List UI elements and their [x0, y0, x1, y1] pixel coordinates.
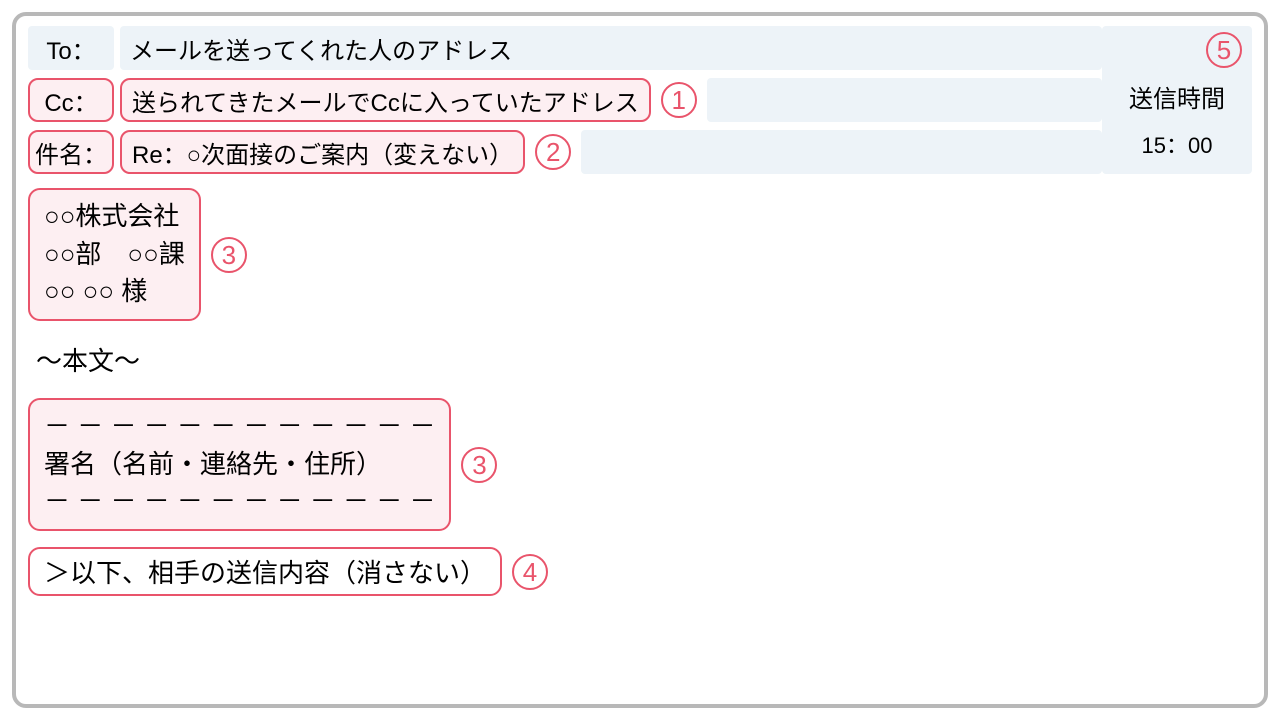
cc-row: Cc： 送られてきたメールでCcに入っていたアドレス	[28, 78, 651, 122]
badge-5: 5	[1206, 32, 1242, 68]
addressee-box: ○○株式会社 ○○部 ○○課 ○○ ○○ 様	[28, 188, 201, 321]
addressee-line2: ○○部 ○○課	[44, 236, 185, 274]
sig-text: 署名（名前・連絡先・住所）	[44, 446, 435, 484]
badge-2: 2	[535, 134, 571, 170]
quoted-box: ＞以下、相手の送信内容（消さない）	[28, 547, 502, 596]
send-time-label: 送信時間	[1129, 79, 1225, 114]
to-value: メールを送ってくれた人のアドレス	[120, 26, 1102, 70]
to-row: To： メールを送ってくれた人のアドレス	[28, 26, 1102, 70]
badge-1: 1	[661, 82, 697, 118]
subject-row-group: 件名： Re：○次面接のご案内（変えない） 2	[28, 130, 1102, 174]
signature-block: － － － － － － － － － － － － 署名（名前・連絡先・住所） － …	[28, 398, 1252, 531]
cc-spacer	[707, 78, 1102, 122]
sig-dash-bottom: － － － － － － － － － － － －	[44, 483, 435, 521]
addressee-block: ○○株式会社 ○○部 ○○課 ○○ ○○ 様 3	[28, 188, 1252, 321]
to-label: To：	[28, 26, 114, 70]
header-area: To： メールを送ってくれた人のアドレス Cc： 送られてきたメールでCcに入っ…	[28, 26, 1252, 174]
badge-4: 4	[512, 554, 548, 590]
send-time-panel: 5 送信時間 15：00	[1102, 26, 1252, 174]
cc-row-group: Cc： 送られてきたメールでCcに入っていたアドレス 1	[28, 78, 1102, 122]
subject-row: 件名： Re：○次面接のご案内（変えない）	[28, 130, 525, 174]
email-diagram-frame: To： メールを送ってくれた人のアドレス Cc： 送られてきたメールでCcに入っ…	[12, 12, 1268, 708]
fields-column: To： メールを送ってくれた人のアドレス Cc： 送られてきたメールでCcに入っ…	[28, 26, 1102, 174]
body-area: ○○株式会社 ○○部 ○○課 ○○ ○○ 様 3 ～本文～ － － － － － …	[28, 188, 1252, 596]
subject-spacer	[581, 130, 1102, 174]
cc-value: 送られてきたメールでCcに入っていたアドレス	[120, 78, 651, 122]
subject-value: Re：○次面接のご案内（変えない）	[120, 130, 525, 174]
subject-label: 件名：	[28, 130, 114, 174]
body-marker: ～本文～	[28, 337, 1252, 382]
quoted-block: ＞以下、相手の送信内容（消さない） 4	[28, 547, 1252, 596]
badge-3b: 3	[461, 447, 497, 483]
signature-box: － － － － － － － － － － － － 署名（名前・連絡先・住所） － …	[28, 398, 451, 531]
badge-3a: 3	[211, 237, 247, 273]
cc-label: Cc：	[28, 78, 114, 122]
addressee-line3: ○○ ○○ 様	[44, 273, 185, 311]
send-time-value: 15：00	[1142, 128, 1213, 160]
sig-dash-top: － － － － － － － － － － － －	[44, 408, 435, 446]
addressee-line1: ○○株式会社	[44, 198, 185, 236]
